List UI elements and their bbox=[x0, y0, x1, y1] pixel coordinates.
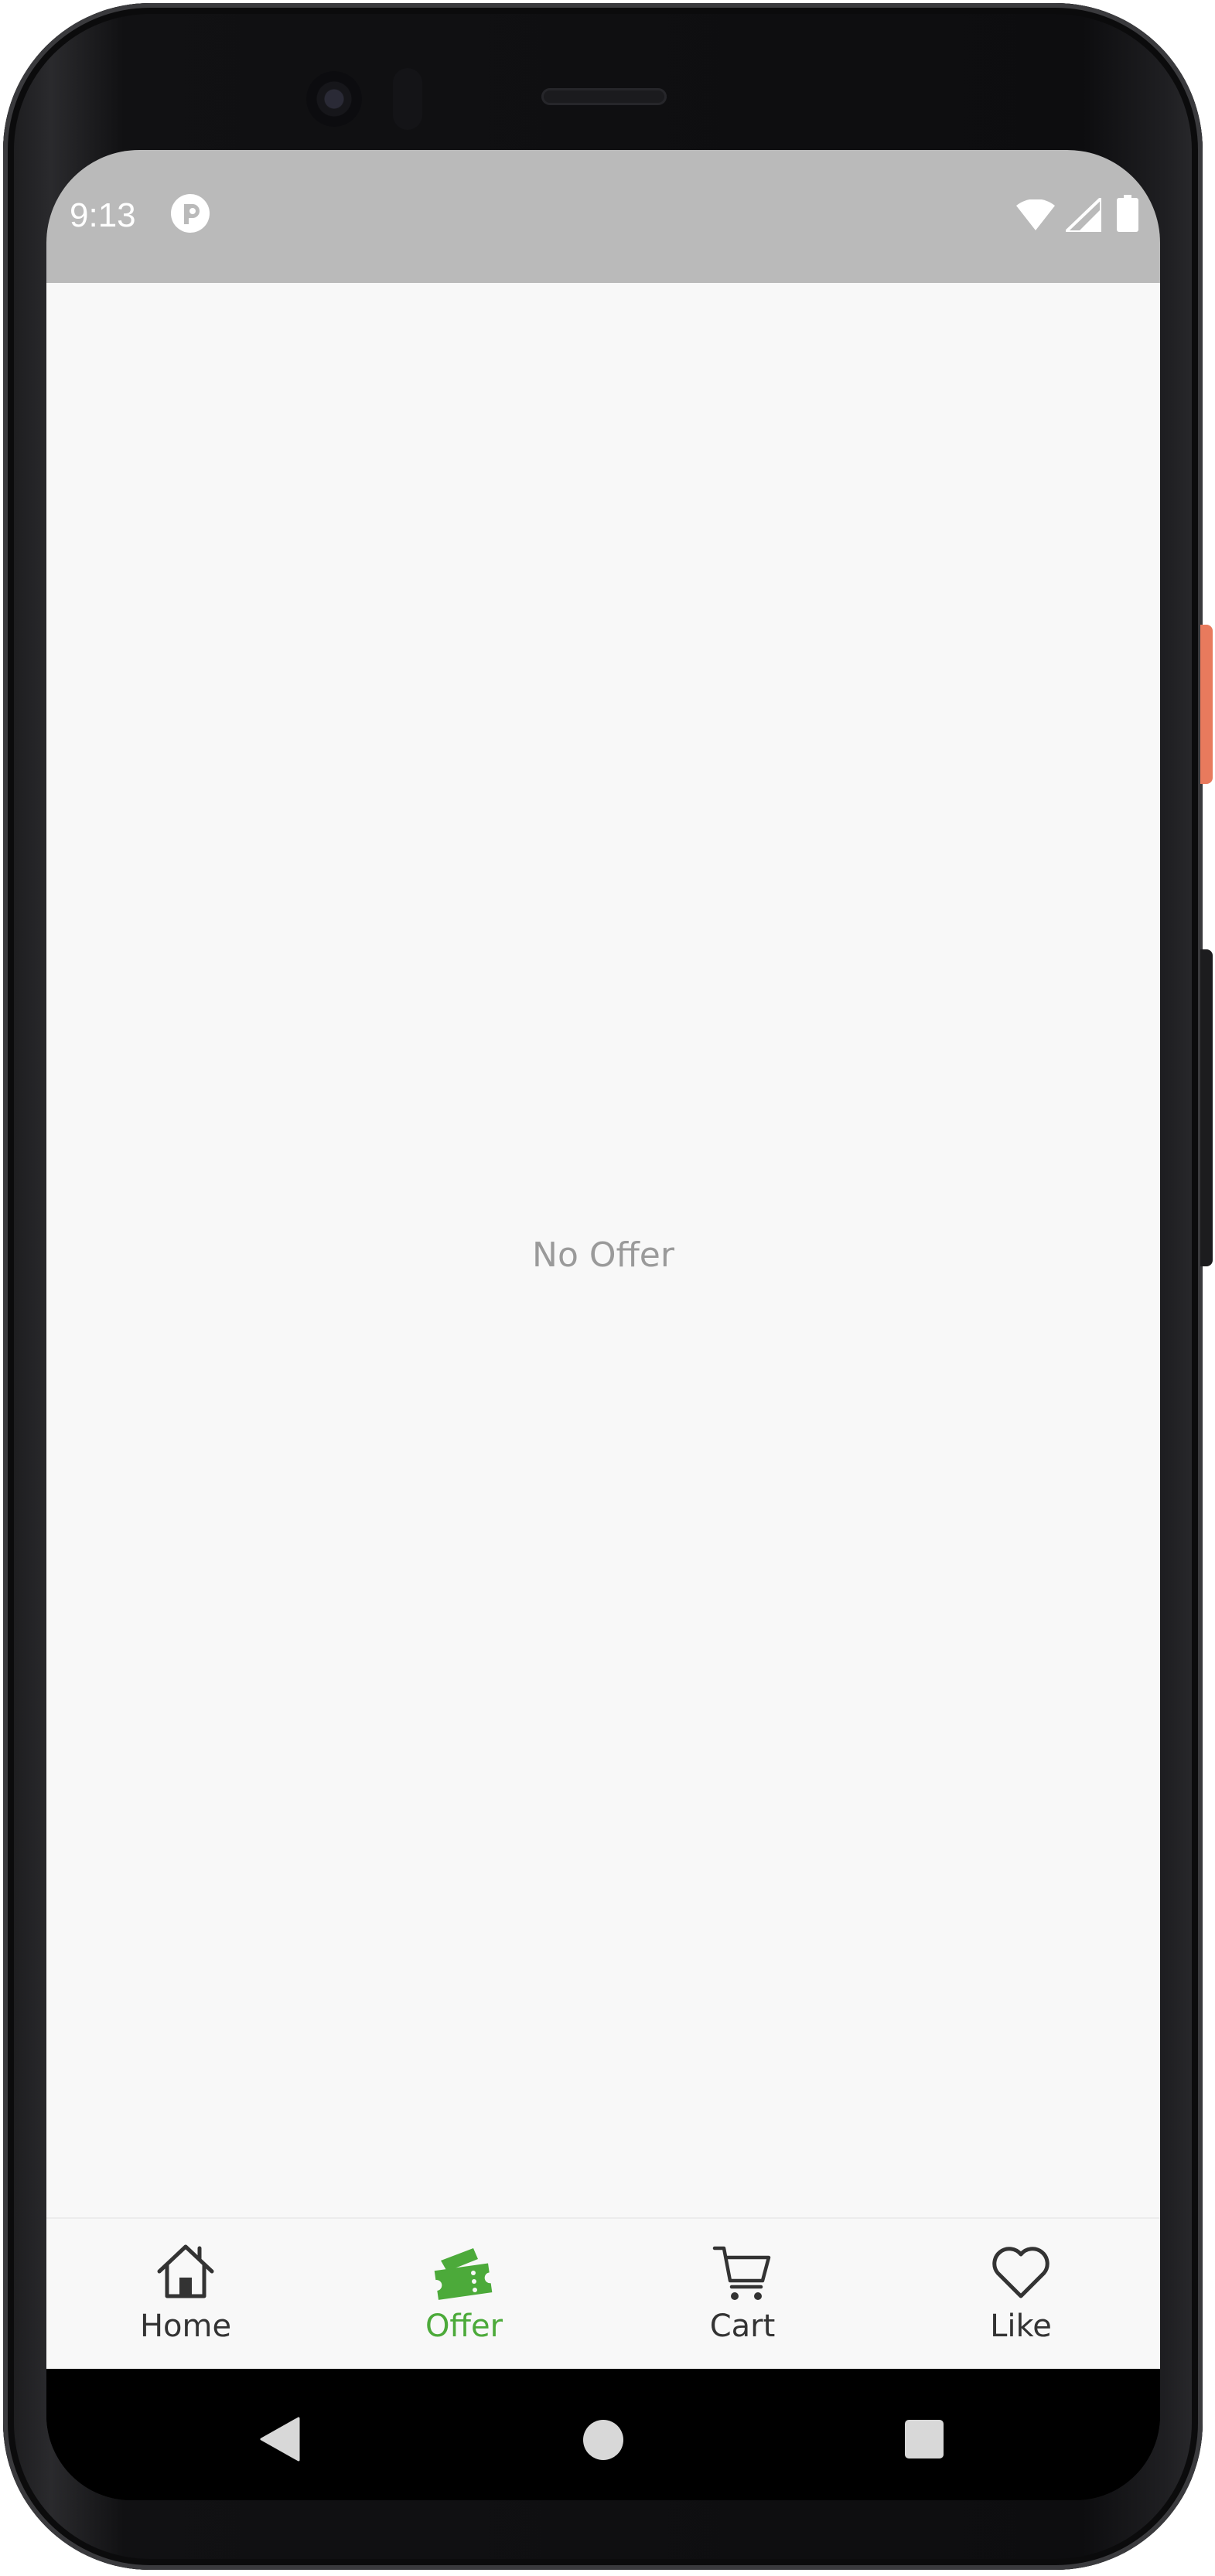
empty-state-message: No Offer bbox=[532, 1235, 674, 1275]
status-time: 9:13 bbox=[70, 196, 136, 234]
offers-page: No Offer bbox=[46, 283, 1160, 2217]
back-icon[interactable] bbox=[260, 2417, 300, 2462]
nav-label-offer: Offer bbox=[425, 2309, 503, 2344]
heart-icon bbox=[992, 2247, 1049, 2298]
app-notification-icon bbox=[171, 194, 210, 233]
screen: 9:13 No Offer Home Offer Cart Like bbox=[46, 150, 1160, 2500]
volume-button bbox=[1200, 949, 1213, 1266]
bottom-navigation: Home Offer Cart Like bbox=[46, 2217, 1160, 2370]
ticket-icon bbox=[434, 2248, 493, 2300]
nav-label-home: Home bbox=[139, 2309, 232, 2344]
proximity-sensor bbox=[393, 68, 422, 130]
nav-item-offer[interactable]: Offer bbox=[325, 2219, 603, 2370]
wifi-icon bbox=[1016, 199, 1055, 230]
battery-icon bbox=[1117, 195, 1138, 232]
nav-label-like: Like bbox=[990, 2309, 1052, 2344]
home-circle-icon[interactable] bbox=[583, 2420, 623, 2460]
system-navigation-bar bbox=[46, 2369, 1160, 2500]
home-icon bbox=[157, 2244, 214, 2298]
cart-icon bbox=[712, 2246, 771, 2300]
status-bar: 9:13 bbox=[46, 150, 1160, 283]
cell-signal-icon bbox=[1066, 198, 1101, 232]
nav-label-cart: Cart bbox=[709, 2309, 776, 2344]
recents-icon[interactable] bbox=[905, 2420, 944, 2458]
nav-item-cart[interactable]: Cart bbox=[603, 2219, 882, 2370]
nav-item-like[interactable]: Like bbox=[882, 2219, 1160, 2370]
front-camera bbox=[306, 71, 362, 127]
earpiece-speaker bbox=[541, 88, 667, 105]
power-button bbox=[1200, 625, 1213, 784]
nav-item-home[interactable]: Home bbox=[46, 2219, 325, 2370]
